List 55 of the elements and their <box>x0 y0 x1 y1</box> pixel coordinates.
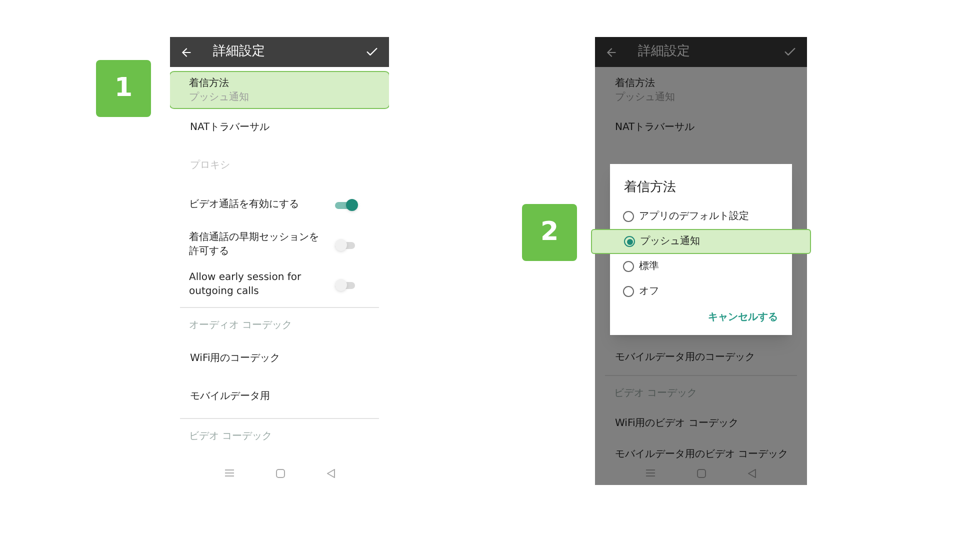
back-triangle-icon[interactable] <box>748 468 756 478</box>
toggle-switch[interactable] <box>335 239 355 251</box>
home-icon[interactable] <box>697 468 706 478</box>
highlighted-radio-option[interactable]: プッシュ通知 <box>591 229 811 254</box>
setting-title: WiFi用のビデオ コーデック <box>615 416 740 430</box>
toggle-switch[interactable] <box>335 279 355 291</box>
setting-title: 着信方法 <box>615 76 656 90</box>
highlighted-setting-row[interactable]: 着信方法 プッシュ通知 <box>170 71 389 109</box>
dialog-title: 着信方法 <box>624 180 676 195</box>
step-badge: 1 <box>96 60 151 117</box>
back-icon[interactable] <box>605 46 618 58</box>
option-label: オフ <box>639 285 659 299</box>
setting-row[interactable]: モバイルデータ用のビデオ コーデック <box>595 439 807 470</box>
switch-row[interactable]: ビデオ通話を有効にする <box>170 185 389 225</box>
radio-button[interactable] <box>623 286 634 297</box>
back-triangle-icon[interactable] <box>326 468 334 478</box>
radio-button[interactable] <box>624 236 635 247</box>
menu-icon[interactable] <box>224 469 234 477</box>
setting-row[interactable]: モバイルデータ用 <box>170 378 389 416</box>
switch-row[interactable]: Allow early session for outgoing calls <box>170 265 389 305</box>
setting-title: 着信通話の早期セッションを許可する <box>189 231 320 259</box>
setting-row[interactable]: モバイルデータ用のコーデック <box>595 342 807 373</box>
radio-option[interactable]: アプリのデフォルト設定 <box>610 204 792 229</box>
screen-title: 詳細設定 <box>638 43 691 62</box>
option-label: 標準 <box>639 260 659 274</box>
setting-title: NATトラバーサル <box>615 121 696 135</box>
setting-title: ビデオ通話を有効にする <box>189 198 300 212</box>
radio-option[interactable]: オフ <box>610 279 792 304</box>
radio-button[interactable] <box>623 211 634 222</box>
setting-row[interactable]: NATトラバーサル <box>595 109 807 147</box>
option-label: プッシュ通知 <box>640 234 700 249</box>
step-badge: 2 <box>522 204 577 261</box>
setting-title: Allow early session for outgoing calls <box>189 271 302 299</box>
setting-summary: プッシュ通知 <box>189 90 250 104</box>
switch-row[interactable]: 着信通話の早期セッションを許可する <box>170 225 389 265</box>
back-icon[interactable] <box>180 46 193 58</box>
category-header: オーディオ コーデック <box>189 318 292 332</box>
screen-title: 詳細設定 <box>213 43 266 62</box>
option-label: アプリのデフォルト設定 <box>639 210 749 224</box>
setting-row[interactable]: WiFi用のコーデック <box>170 340 389 378</box>
radio-button[interactable] <box>623 261 634 272</box>
toggle-switch[interactable] <box>335 199 355 211</box>
category-header: ビデオ コーデック <box>189 430 272 444</box>
setting-title: 着信方法 <box>189 76 230 90</box>
home-icon[interactable] <box>276 468 284 478</box>
setting-title: モバイルデータ用のビデオ コーデック <box>615 448 787 462</box>
setting-row[interactable]: NATトラバーサル <box>170 109 389 147</box>
radio-option[interactable]: 標準 <box>610 254 792 279</box>
setting-row[interactable]: WiFi用のビデオ コーデック <box>595 408 807 439</box>
menu-icon[interactable] <box>646 469 655 477</box>
setting-title: モバイルデータ用 <box>190 390 271 404</box>
setting-title: WiFi用のコーデック <box>190 352 282 366</box>
setting-title: NATトラバーサル <box>190 121 271 135</box>
setting-title: プロキシ <box>190 159 231 173</box>
setting-title: モバイルデータ用のコーデック <box>615 350 756 364</box>
